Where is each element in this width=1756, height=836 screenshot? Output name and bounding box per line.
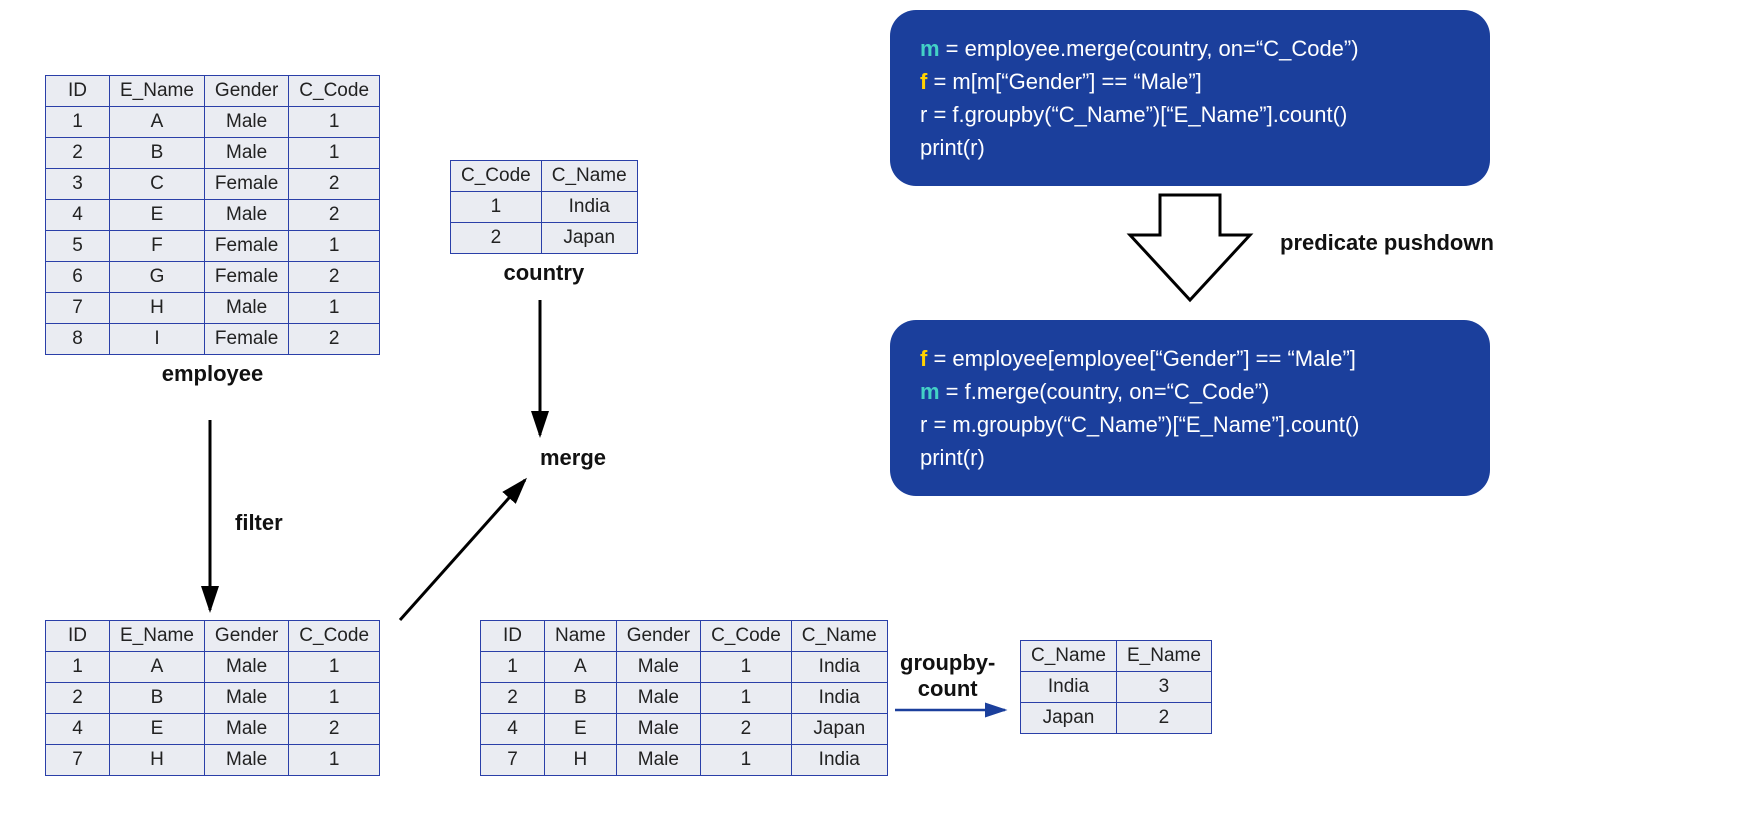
table-row: India3 [1021,672,1212,703]
code-after-line2: m = f.merge(country, on=“C_Code”) [920,375,1460,408]
table-row: 5FFemale1 [46,231,380,262]
code-before-box: m = employee.merge(country, on=“C_Code”)… [890,10,1490,186]
table-header: E_Name [110,76,205,107]
table-header: Gender [204,621,288,652]
result-table: C_NameE_NameIndia3Japan2 [1020,640,1212,734]
filter-label: filter [235,510,283,536]
table-row: 2BMale1India [481,683,888,714]
table-row: 1India [451,192,638,223]
table-row: 3CFemale2 [46,169,380,200]
table-row: 8IFemale2 [46,324,380,355]
code-after-line1: f = employee[employee[“Gender”] == “Male… [920,342,1460,375]
pushdown-arrow-icon [1130,195,1250,300]
var-m: m [920,36,940,61]
table-row: 7HMale1 [46,745,380,776]
table-header: Gender [204,76,288,107]
table-header: C_Name [1021,641,1117,672]
table-row: 2BMale1 [46,138,380,169]
merge-label: merge [540,445,606,471]
table-header: Gender [616,621,700,652]
code-before-line2: f = m[m[“Gender”] == “Male”] [920,65,1460,98]
country-caption: country [450,260,638,286]
table-header: E_Name [110,621,205,652]
table-row: 2BMale1 [46,683,380,714]
code-before-line1: m = employee.merge(country, on=“C_Code”) [920,32,1460,65]
employee-caption: employee [45,361,380,387]
table-header: C_Name [541,161,637,192]
table-row: 1AMale1 [46,652,380,683]
table-header: C_Code [289,76,380,107]
table-header: C_Code [289,621,380,652]
table-header: C_Code [451,161,542,192]
table-header: ID [46,621,110,652]
table-header: ID [46,76,110,107]
table-row: 1AMale1 [46,107,380,138]
table-header: Name [545,621,617,652]
var-m: m [920,379,940,404]
table-row: Japan2 [1021,703,1212,734]
table-row: 6GFemale2 [46,262,380,293]
code-after-line3: r = m.groupby(“C_Name”)[“E_Name”].count(… [920,408,1460,441]
country-table: C_CodeC_Name1India2Japan country [450,160,638,286]
code-after-box: f = employee[employee[“Gender”] == “Male… [890,320,1490,496]
merged-table: IDNameGenderC_CodeC_Name1AMale1India2BMa… [480,620,888,776]
table-row: 1AMale1India [481,652,888,683]
table-header: C_Code [701,621,792,652]
employee-table: IDE_NameGenderC_Code1AMale12BMale13CFema… [45,75,380,387]
table-row: 2Japan [451,223,638,254]
code-before-line4: print(r) [920,131,1460,164]
table-header: C_Name [791,621,887,652]
predicate-label: predicate pushdown [1280,230,1494,256]
code-before-line3: r = f.groupby(“C_Name”)[“E_Name”].count(… [920,98,1460,131]
table-header: ID [481,621,545,652]
table-row: 4EMale2 [46,714,380,745]
filtered-table: IDE_NameGenderC_Code1AMale12BMale14EMale… [45,620,380,776]
table-header: E_Name [1116,641,1211,672]
code-after-line4: print(r) [920,441,1460,474]
table-row: 4EMale2Japan [481,714,888,745]
table-row: 7HMale1India [481,745,888,776]
table-row: 7HMale1 [46,293,380,324]
groupby-label: groupby- count [900,650,995,702]
table-row: 4EMale2 [46,200,380,231]
